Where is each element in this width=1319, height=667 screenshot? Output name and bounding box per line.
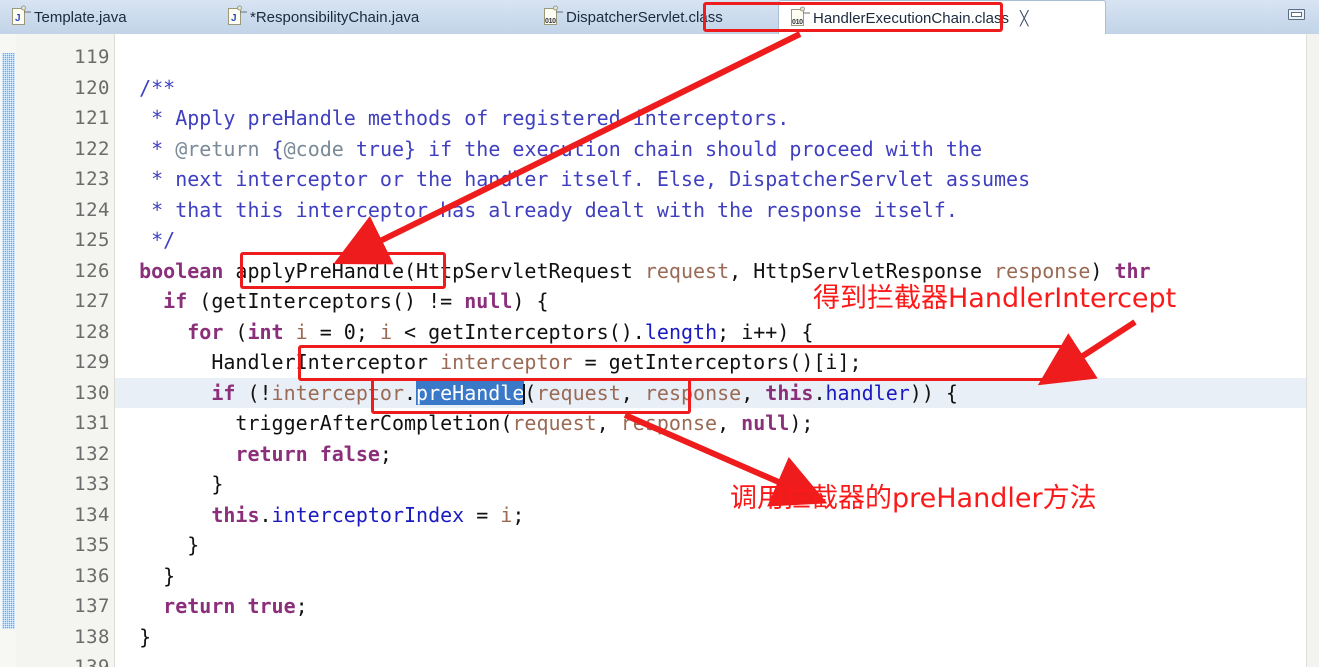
close-icon[interactable]: ╳ — [1020, 11, 1028, 25]
line-number-text: 122 — [74, 137, 110, 160]
line-number-text: 138 — [74, 625, 110, 648]
code-line[interactable]: triggerAfterCompletion(request, response… — [115, 408, 813, 439]
line-number-text: 128 — [74, 320, 110, 343]
tab-3[interactable]: 010 DispatcherServlet.class — [532, 0, 778, 34]
editor-tab-bar: J Template.java J *ResponsibilityChain.java… — [0, 0, 1319, 36]
code-line[interactable]: } — [115, 561, 175, 592]
line-number[interactable]: 121 — [16, 103, 114, 134]
line-number[interactable]: 133 — [16, 469, 114, 500]
line-number[interactable]: 129 — [16, 347, 114, 378]
line-number-text: 121 — [74, 107, 110, 130]
line-number[interactable]: 130 — [16, 378, 114, 409]
class-file-icon: 010 — [544, 5, 563, 26]
code-line[interactable]: * @return {@code true} if the execution … — [115, 134, 982, 165]
annotation-ruler[interactable] — [0, 34, 17, 667]
code-line[interactable]: for (int i = 0; i < getInterceptors().le… — [115, 317, 813, 348]
code-line[interactable]: } — [115, 530, 199, 561]
line-number[interactable]: 126 — [16, 256, 130, 287]
line-number[interactable]: 134 — [16, 500, 114, 531]
line-number-text: 131 — [74, 412, 110, 435]
line-number-text: 120 — [74, 76, 110, 99]
code-line[interactable]: this.interceptorIndex = i; — [115, 500, 524, 531]
line-number[interactable]: 119 — [16, 42, 114, 73]
line-number-text: 127 — [74, 290, 110, 313]
line-number[interactable]: 123 — [16, 164, 114, 195]
line-number[interactable]: 132 — [16, 439, 114, 470]
occurrence-marker[interactable] — [2, 53, 15, 629]
minimize-icon — [1288, 9, 1305, 20]
line-number[interactable]: 137 — [16, 591, 114, 622]
line-number-text: 123 — [74, 168, 110, 191]
code-editor[interactable]: 119 120 121 122 123 124 125 126 127 128 129 130 131 1… — [0, 34, 1319, 667]
code-text-area[interactable]: /** * Apply preHandle methods of registe… — [115, 34, 1307, 667]
line-number[interactable]: 127 — [16, 286, 114, 317]
line-number-text: 124 — [74, 198, 110, 221]
code-line[interactable]: } — [115, 622, 151, 653]
line-number-text: 125 — [74, 229, 110, 252]
line-number[interactable]: 125 — [16, 225, 114, 256]
code-line[interactable]: return true; — [115, 591, 308, 622]
code-line[interactable]: return false; — [115, 439, 392, 470]
code-line[interactable]: if (getInterceptors() != null) { — [115, 286, 548, 317]
line-number[interactable]: 128 — [16, 317, 114, 348]
line-number[interactable]: 139 — [16, 652, 114, 667]
minimize-icon-bar — [1291, 12, 1302, 17]
line-number[interactable]: 136 — [16, 561, 114, 592]
code-line[interactable]: } — [115, 469, 223, 500]
line-number-text: 129 — [74, 351, 110, 374]
tab-1[interactable]: J Template.java — [0, 0, 216, 34]
line-number-text: 130 — [74, 381, 110, 404]
line-number-gutter[interactable]: 119 120 121 122 123 124 125 126 127 128 129 130 131 1… — [16, 34, 130, 667]
code-line[interactable]: * Apply preHandle methods of registered … — [115, 103, 789, 134]
class-file-icon: 010 — [791, 6, 810, 27]
line-number-text: 135 — [74, 534, 110, 557]
line-number[interactable]: 135 — [16, 530, 114, 561]
tab-list: J Template.java J *ResponsibilityChain.java… — [0, 0, 1106, 36]
tab-label: *ResponsibilityChain.java — [250, 8, 420, 26]
tab-label: Template.java — [34, 8, 127, 26]
eclipse-editor-window: J Template.java J *ResponsibilityChain.java… — [0, 0, 1319, 667]
code-line[interactable]: HandlerInterceptor interceptor = getInte… — [115, 347, 861, 378]
tab-label: DispatcherServlet.class — [566, 8, 723, 26]
line-number-text: 133 — [74, 473, 110, 496]
code-line[interactable]: * that this interceptor has already deal… — [115, 195, 958, 226]
line-number[interactable]: 120 — [16, 73, 130, 104]
tab-4[interactable]: 010 HandlerExecutionChain.class ╳ — [778, 0, 1106, 36]
code-line[interactable]: boolean applyPreHandle(HttpServletReques… — [115, 256, 1151, 287]
code-line[interactable]: */ — [115, 225, 175, 256]
code-line[interactable]: * next interceptor or the handler itself… — [115, 164, 1030, 195]
tab-label: HandlerExecutionChain.class — [813, 9, 1009, 27]
line-number[interactable]: 124 — [16, 195, 114, 226]
java-file-icon: J — [228, 5, 247, 26]
minimize-button[interactable] — [1288, 9, 1305, 20]
tab-2[interactable]: J *ResponsibilityChain.java — [216, 0, 532, 34]
line-number[interactable]: 138 — [16, 622, 114, 653]
line-number-text: 137 — [74, 595, 110, 618]
java-file-icon: J — [12, 5, 31, 26]
line-number-text: 134 — [74, 503, 110, 526]
line-number[interactable]: 131 — [16, 408, 114, 439]
line-number-text: 139 — [74, 656, 110, 667]
code-line[interactable]: /** — [115, 73, 175, 104]
line-number-text: 119 — [74, 46, 110, 69]
line-number[interactable]: 122 — [16, 134, 114, 165]
line-number-text: 126 — [74, 259, 110, 282]
vertical-scrollbar[interactable] — [1306, 34, 1319, 667]
code-line[interactable]: if (!interceptor.preHandle(request, resp… — [115, 378, 958, 409]
line-number-text: 136 — [74, 564, 110, 587]
line-number-text: 132 — [74, 442, 110, 465]
